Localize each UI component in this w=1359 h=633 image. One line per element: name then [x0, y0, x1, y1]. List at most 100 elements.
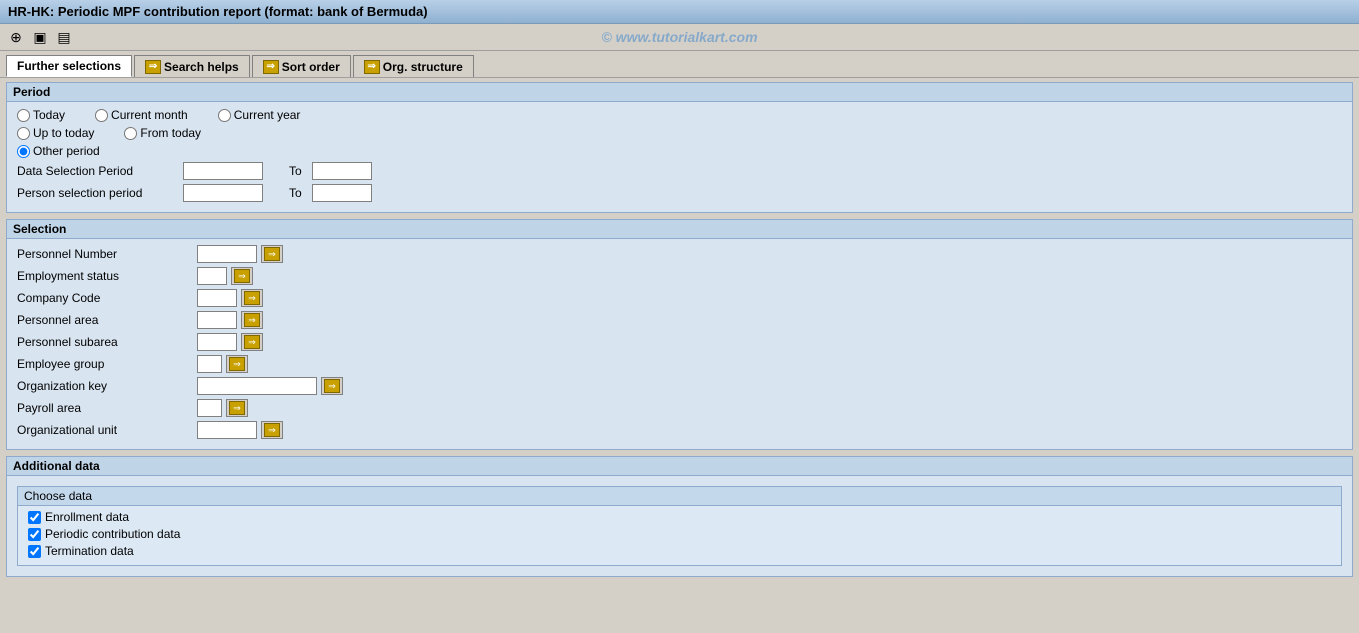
termination-data-row: Termination data: [28, 544, 1331, 558]
tab-sort-order-arrow: ⇒: [263, 60, 279, 74]
period-section-body: Today Current month Current year Up to t…: [7, 102, 1352, 212]
organizational-unit-row: Organizational unit ⇒: [17, 421, 1342, 439]
period-section-header: Period: [7, 83, 1352, 102]
personnel-subarea-input[interactable]: [197, 333, 237, 351]
radio-current-month-input[interactable]: [95, 109, 108, 122]
tab-search-helps-arrow: ⇒: [145, 60, 161, 74]
organization-key-btn[interactable]: ⇒: [321, 377, 343, 395]
person-selection-period-to-label: To: [289, 186, 302, 200]
termination-data-checkbox[interactable]: [28, 545, 41, 558]
tab-org-structure-label: Org. structure: [383, 60, 463, 74]
enrollment-data-checkbox[interactable]: [28, 511, 41, 524]
additional-data-body: Choose data Enrollment data Periodic con…: [7, 476, 1352, 576]
personnel-number-input[interactable]: [197, 245, 257, 263]
main-content: Period Today Current month Current year: [0, 78, 1359, 621]
watermark: © www.tutorialkart.com: [601, 29, 757, 45]
selection-section-body: Personnel Number ⇒ Employment status ⇒ C…: [7, 239, 1352, 449]
personnel-subarea-row: Personnel subarea ⇒: [17, 333, 1342, 351]
tab-sort-order-label: Sort order: [282, 60, 340, 74]
periodic-contribution-checkbox[interactable]: [28, 528, 41, 541]
termination-data-label: Termination data: [45, 544, 134, 558]
radio-today[interactable]: Today: [17, 108, 65, 122]
tab-sort-order[interactable]: ⇒ Sort order: [252, 55, 351, 77]
payroll-area-row: Payroll area ⇒: [17, 399, 1342, 417]
employment-status-input[interactable]: [197, 267, 227, 285]
data-selection-period-label: Data Selection Period: [17, 164, 177, 178]
enrollment-data-label: Enrollment data: [45, 510, 129, 524]
personnel-area-input[interactable]: [197, 311, 237, 329]
periodic-contribution-row: Periodic contribution data: [28, 527, 1331, 541]
organizational-unit-btn[interactable]: ⇒: [261, 421, 283, 439]
choose-data-header: Choose data: [18, 487, 1341, 506]
radio-other-period-label: Other period: [33, 144, 100, 158]
personnel-number-label: Personnel Number: [17, 247, 197, 261]
toolbar-icon-2[interactable]: ▣: [30, 27, 50, 47]
employee-group-input[interactable]: [197, 355, 222, 373]
radio-current-year-label: Current year: [234, 108, 301, 122]
person-selection-period-to[interactable]: [312, 184, 372, 202]
organizational-unit-arrow-icon: ⇒: [264, 423, 280, 437]
title-bar: HR-HK: Periodic MPF contribution report …: [0, 0, 1359, 24]
personnel-area-btn[interactable]: ⇒: [241, 311, 263, 329]
tab-bar: Further selections ⇒ Search helps ⇒ Sort…: [0, 51, 1359, 78]
radio-other-period[interactable]: Other period: [17, 144, 100, 158]
company-code-btn[interactable]: ⇒: [241, 289, 263, 307]
toolbar: ⊕ ▣ ▤ © www.tutorialkart.com: [0, 24, 1359, 51]
company-code-input[interactable]: [197, 289, 237, 307]
company-code-label: Company Code: [17, 291, 197, 305]
tab-further-selections-label: Further selections: [17, 59, 121, 73]
radio-current-year[interactable]: Current year: [218, 108, 301, 122]
employment-status-btn[interactable]: ⇒: [231, 267, 253, 285]
organization-key-arrow-icon: ⇒: [324, 379, 340, 393]
selection-section-header: Selection: [7, 220, 1352, 239]
organization-key-row: Organization key ⇒: [17, 377, 1342, 395]
employee-group-label: Employee group: [17, 357, 197, 371]
person-selection-period-from[interactable]: [183, 184, 263, 202]
personnel-area-arrow-icon: ⇒: [244, 313, 260, 327]
data-selection-period-to[interactable]: [312, 162, 372, 180]
personnel-subarea-label: Personnel subarea: [17, 335, 197, 349]
radio-up-to-today[interactable]: Up to today: [17, 126, 94, 140]
employment-status-arrow-icon: ⇒: [234, 269, 250, 283]
organizational-unit-input[interactable]: [197, 421, 257, 439]
personnel-number-row: Personnel Number ⇒: [17, 245, 1342, 263]
radio-current-year-input[interactable]: [218, 109, 231, 122]
personnel-number-btn[interactable]: ⇒: [261, 245, 283, 263]
toolbar-icon-3[interactable]: ▤: [54, 27, 74, 47]
tab-org-structure[interactable]: ⇒ Org. structure: [353, 55, 474, 77]
radio-other-period-input[interactable]: [17, 145, 30, 158]
period-radio-row-2: Up to today From today: [17, 126, 1342, 140]
employment-status-row: Employment status ⇒: [17, 267, 1342, 285]
personnel-area-label: Personnel area: [17, 313, 197, 327]
company-code-row: Company Code ⇒: [17, 289, 1342, 307]
organizational-unit-label: Organizational unit: [17, 423, 197, 437]
additional-data-header: Additional data: [7, 457, 1352, 476]
data-selection-period-row: Data Selection Period To: [17, 162, 1342, 180]
tab-search-helps[interactable]: ⇒ Search helps: [134, 55, 250, 77]
payroll-area-input[interactable]: [197, 399, 222, 417]
organization-key-input[interactable]: [197, 377, 317, 395]
tab-further-selections[interactable]: Further selections: [6, 55, 132, 77]
radio-today-label: Today: [33, 108, 65, 122]
personnel-area-row: Personnel area ⇒: [17, 311, 1342, 329]
periodic-contribution-label: Periodic contribution data: [45, 527, 180, 541]
employee-group-btn[interactable]: ⇒: [226, 355, 248, 373]
radio-from-today-label: From today: [140, 126, 201, 140]
toolbar-icon-1[interactable]: ⊕: [6, 27, 26, 47]
personnel-subarea-btn[interactable]: ⇒: [241, 333, 263, 351]
person-selection-period-row: Person selection period To: [17, 184, 1342, 202]
page-title: HR-HK: Periodic MPF contribution report …: [8, 4, 428, 19]
radio-current-month[interactable]: Current month: [95, 108, 188, 122]
radio-from-today[interactable]: From today: [124, 126, 201, 140]
payroll-area-btn[interactable]: ⇒: [226, 399, 248, 417]
employee-group-arrow-icon: ⇒: [229, 357, 245, 371]
tab-search-helps-label: Search helps: [164, 60, 239, 74]
radio-today-input[interactable]: [17, 109, 30, 122]
payroll-area-label: Payroll area: [17, 401, 197, 415]
radio-up-to-today-input[interactable]: [17, 127, 30, 140]
employment-status-label: Employment status: [17, 269, 197, 283]
data-selection-period-from[interactable]: [183, 162, 263, 180]
radio-from-today-input[interactable]: [124, 127, 137, 140]
personnel-number-arrow-icon: ⇒: [264, 247, 280, 261]
data-selection-period-to-label: To: [289, 164, 302, 178]
